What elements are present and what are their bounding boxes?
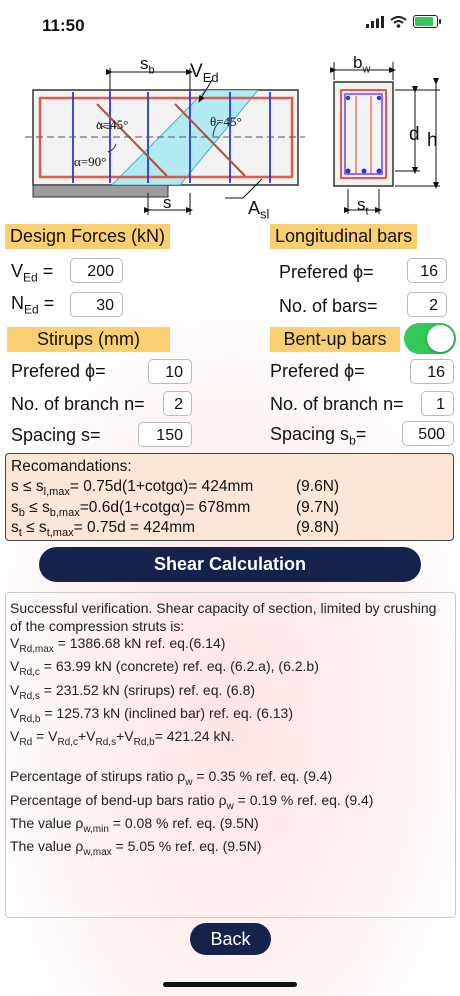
stir-spacing-input[interactable]: 150 — [138, 422, 192, 447]
wifi-icon — [390, 15, 407, 28]
result-vrd: VRd = VRd,c+VRd,s+VRd,b= 421.24 kN. — [10, 728, 235, 748]
stir-branch-input[interactable]: 2 — [163, 391, 192, 416]
result-vrdmax: VRd,max = 1386.68 kN ref. eq.(6.14) — [10, 635, 226, 655]
results-box[interactable]: Successful verification. Shear capacity … — [5, 592, 456, 918]
label-s: s — [163, 193, 172, 212]
back-button[interactable]: Back — [190, 923, 271, 955]
recommendation-line-1: s ≤ sl,max= 0.75d(1+cotgα)= 424mm (9.6N) — [11, 478, 340, 499]
label-alpha45: α=45° — [96, 117, 129, 132]
bent-spacing-label: Spacing sb= — [270, 424, 367, 448]
status-icons — [366, 15, 441, 28]
result-bendup-ratio: Percentage of bend-up bars ratio ρw = 0.… — [10, 791, 374, 812]
ned-input[interactable]: 30 — [70, 292, 123, 317]
bent-phi-label: Prefered ϕ= — [270, 361, 365, 381]
bent-branch-label: No. of branch n= — [270, 394, 404, 414]
label-st: st — [357, 195, 369, 218]
ved-input[interactable]: 200 — [70, 258, 123, 283]
stir-phi-label: Prefered ϕ= — [11, 361, 106, 381]
status-time: 11:50 — [42, 16, 85, 35]
recommendation-line-3: st ≤ st,max= 0.75d = 424mm (9.8N) — [11, 519, 340, 540]
recommendations-box: Recomandations: s ≤ sl,max= 0.75d(1+cotg… — [5, 453, 454, 541]
stirups-title: Stirups (mm) — [7, 327, 170, 352]
label-bw: bw — [353, 53, 371, 76]
design-forces-title: Design Forces (kN) — [5, 224, 171, 249]
long-bars-input[interactable]: 2 — [407, 292, 447, 317]
stir-phi-input[interactable]: 10 — [148, 359, 192, 384]
battery-icon — [413, 15, 441, 28]
bent-branch-input[interactable]: 1 — [421, 391, 454, 416]
result-vrdc: VRd,c = 63.99 kN (concrete) ref. eq. (6.… — [10, 658, 319, 679]
label-asl: Asl — [248, 198, 270, 222]
label-sb: sb — [140, 54, 155, 77]
results-intro: Successful verification. Shear capacity … — [10, 600, 437, 634]
bentup-toggle[interactable] — [404, 323, 456, 354]
result-stirups-ratio: Percentage of stirups ratio ρw = 0.35 % … — [10, 768, 333, 789]
home-indicator[interactable] — [163, 982, 297, 987]
label-ved: VEd — [190, 61, 219, 85]
long-phi-input[interactable]: 16 — [407, 258, 447, 283]
toggle-knob — [427, 325, 454, 352]
label-theta45: θ=45° — [210, 114, 242, 129]
label-d: d — [409, 124, 420, 145]
ned-label: NEd = — [11, 293, 55, 317]
bentup-title: Bent-up bars — [270, 327, 400, 352]
result-vrds: VRd,s = 231.52 kN (srirups) ref. eq. (6.… — [10, 681, 256, 702]
stir-spacing-label: Spacing s= — [11, 425, 101, 445]
label-h: h — [427, 130, 438, 151]
result-rho-min: The value ρw,min = 0.08 % ref. eq. (9.5N… — [10, 815, 259, 835]
beam-diagram — [25, 62, 440, 215]
long-phi-label: Prefered ϕ= — [279, 262, 374, 282]
longitudinal-title: Longitudinal bars — [270, 224, 418, 249]
ved-label: VEd = — [11, 261, 54, 285]
shear-calculation-button[interactable]: Shear Calculation — [39, 547, 421, 582]
stir-branch-label: No. of branch n= — [11, 394, 145, 414]
result-vrdb: VRd,b = 125.73 kN (inclined bar) ref. eq… — [10, 704, 293, 725]
recommendations-title: Recomandations: — [11, 458, 132, 475]
bent-phi-input[interactable]: 16 — [410, 359, 454, 384]
recommendation-line-2: sb ≤ sb,max=0.6d(1+cotgα)= 678mm (9.7N) — [11, 498, 340, 519]
label-alpha90: α=90° — [74, 154, 107, 169]
long-bars-label: No. of bars= — [279, 296, 378, 316]
signal-icon — [366, 15, 384, 28]
result-rho-max: The value ρw,max = 5.05 % ref. eq. (9.5N… — [10, 838, 262, 859]
bent-spacing-input[interactable]: 500 — [402, 421, 454, 446]
